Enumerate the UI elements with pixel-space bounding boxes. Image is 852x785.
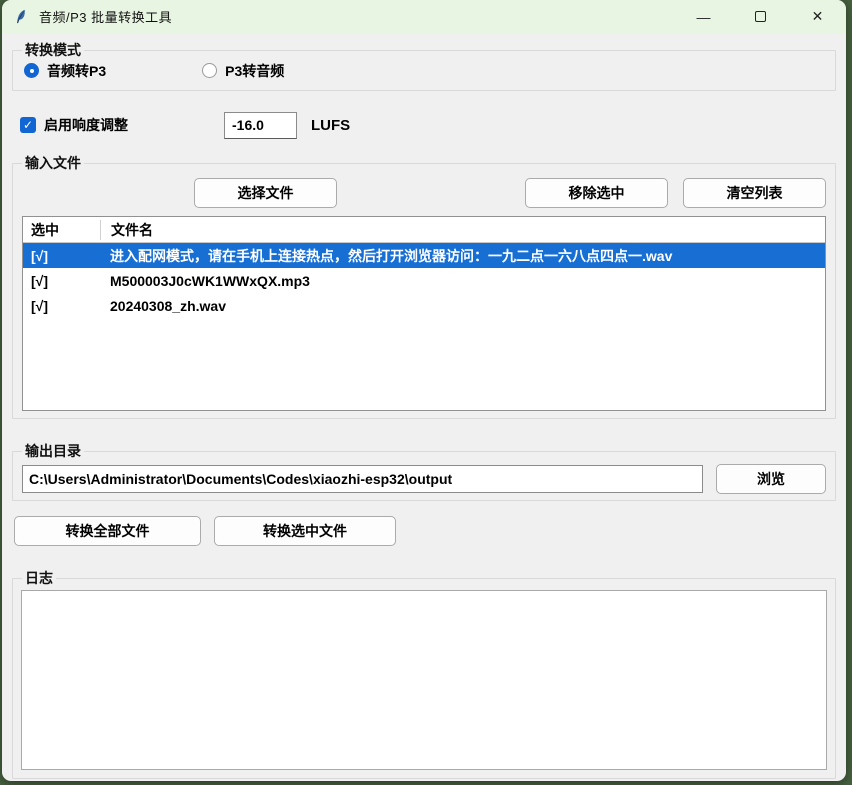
loudness-checkbox-label[interactable]: 启用响度调整 — [44, 115, 128, 135]
select-files-button[interactable]: 选择文件 — [194, 178, 337, 208]
input-group-title: 输入文件 — [22, 154, 84, 173]
lufs-unit-label: LUFS — [311, 117, 350, 134]
header-checked-column[interactable]: 选中 — [23, 220, 100, 240]
row-checkmark[interactable]: [√] — [23, 273, 100, 289]
radio-audio-to-p3[interactable]: 音频转P3 — [24, 61, 106, 81]
titlebar: 音频/P3 批量转换工具 — ✕ — [2, 0, 846, 33]
output-group-title: 输出目录 — [22, 442, 84, 461]
table-row[interactable]: [√] 进入配网模式，请在手机上连接热点，然后打开浏览器访问：一九二点一六八点四… — [23, 243, 825, 268]
loudness-row: ✓ 启用响度调整 LUFS — [20, 111, 836, 139]
file-table: 选中 文件名 [√] 进入配网模式，请在手机上连接热点，然后打开浏览器访问：一九… — [22, 216, 826, 411]
window-controls: — ✕ — [675, 0, 846, 33]
radio-p3-to-audio[interactable]: P3转音频 — [202, 61, 284, 81]
radio-label: P3转音频 — [225, 61, 284, 81]
row-checkmark[interactable]: [√] — [23, 248, 100, 264]
output-dir-groupbox: 输出目录 浏览 — [12, 451, 836, 501]
row-filename: 20240308_zh.wav — [100, 298, 825, 314]
radio-label: 音频转P3 — [47, 61, 106, 81]
output-path-input[interactable] — [22, 465, 703, 493]
table-row[interactable]: [√] M500003J0cWK1WWxQX.mp3 — [23, 268, 825, 293]
radio-unselected-icon — [202, 63, 217, 78]
log-textarea[interactable] — [21, 590, 827, 770]
input-files-groupbox: 输入文件 选择文件 移除选中 清空列表 选中 文件名 [√] 进入配网模式，请在… — [12, 163, 836, 419]
log-group-title: 日志 — [22, 569, 56, 588]
radio-selected-icon — [24, 63, 39, 78]
minimize-button[interactable]: — — [675, 0, 732, 33]
convert-all-button[interactable]: 转换全部文件 — [14, 516, 201, 546]
file-buttons-row: 选择文件 移除选中 清空列表 — [22, 178, 826, 208]
maximize-button[interactable] — [732, 0, 789, 33]
browse-button[interactable]: 浏览 — [716, 464, 826, 494]
maximize-icon — [755, 11, 766, 22]
remove-selected-button[interactable]: 移除选中 — [525, 178, 668, 208]
mode-options: 音频转P3 P3转音频 — [13, 51, 835, 90]
log-groupbox: 日志 — [12, 578, 836, 779]
clear-list-button[interactable]: 清空列表 — [683, 178, 826, 208]
feather-icon — [13, 8, 30, 25]
row-filename: 进入配网模式，请在手机上连接热点，然后打开浏览器访问：一九二点一六八点四点一.w… — [100, 246, 825, 266]
row-checkmark[interactable]: [√] — [23, 298, 100, 314]
row-filename: M500003J0cWK1WWxQX.mp3 — [100, 273, 825, 289]
main-content: 转换模式 音频转P3 P3转音频 ✓ 启用响度调整 LUFS 输入文件 — [2, 33, 846, 781]
convert-selected-button[interactable]: 转换选中文件 — [214, 516, 396, 546]
close-button[interactable]: ✕ — [789, 0, 846, 33]
header-filename-column[interactable]: 文件名 — [101, 220, 825, 240]
action-buttons-row: 转换全部文件 转换选中文件 — [14, 516, 836, 546]
output-row: 浏览 — [22, 464, 826, 494]
lufs-value-input[interactable] — [224, 112, 297, 139]
window-title: 音频/P3 批量转换工具 — [39, 7, 172, 26]
mode-group-title: 转换模式 — [22, 41, 84, 60]
file-table-header: 选中 文件名 — [23, 217, 825, 243]
mode-groupbox: 转换模式 音频转P3 P3转音频 — [12, 50, 836, 91]
loudness-checkbox[interactable]: ✓ — [20, 117, 36, 133]
table-row[interactable]: [√] 20240308_zh.wav — [23, 293, 825, 318]
app-window: 音频/P3 批量转换工具 — ✕ 转换模式 音频转P3 P3转音频 — [2, 0, 846, 781]
